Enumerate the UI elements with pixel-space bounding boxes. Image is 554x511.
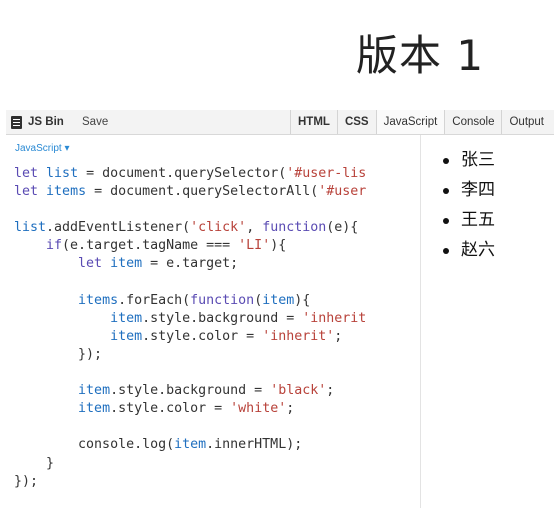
code-line: });: [78, 346, 103, 362]
output-panel: 张三 李四 王五 赵六: [421, 135, 554, 508]
output-list: 张三 李四 王五 赵六: [443, 145, 495, 265]
code-line: let item = e.target;: [78, 256, 239, 272]
code-line: item.style.color = 'white';: [78, 401, 295, 417]
brand-label: JS Bin: [28, 116, 64, 128]
code-line: }: [46, 455, 55, 471]
code-line: item.style.color = 'inherit';: [110, 328, 343, 344]
code-line: });: [14, 473, 39, 489]
tab-html[interactable]: HTML: [290, 110, 337, 134]
tab-output[interactable]: Output: [501, 110, 551, 134]
list-item[interactable]: 赵六: [443, 235, 495, 265]
code-line: console.log(item.innerHTML);: [14, 437, 303, 453]
jsbin-window: JS Bin Save HTML CSS JavaScript Console …: [6, 110, 554, 508]
toolbar: JS Bin Save HTML CSS JavaScript Console …: [6, 110, 554, 135]
code-line: items.forEach(function(item){: [78, 292, 311, 308]
tab-console[interactable]: Console: [444, 110, 501, 134]
list-item[interactable]: 王五: [443, 205, 495, 235]
tab-javascript[interactable]: JavaScript: [375, 110, 445, 134]
language-dropdown[interactable]: JavaScript ▾: [15, 143, 69, 154]
code-line: if(e.target.tagName === 'LI'){: [46, 238, 287, 254]
code-line: let list = document.querySelector('#user…: [14, 166, 367, 181]
brand[interactable]: JS Bin: [11, 110, 64, 134]
tab-css[interactable]: CSS: [336, 110, 376, 134]
jsbin-logo-icon: [11, 115, 22, 129]
code-line: list.addEventListener('click', function(…: [14, 220, 359, 236]
list-item[interactable]: 李四: [443, 175, 495, 205]
save-button[interactable]: Save: [82, 110, 108, 134]
code-line: item.style.background = 'inherit: [110, 310, 367, 326]
code-line: let items = document.querySelectorAll('#…: [14, 184, 367, 200]
code-block[interactable]: let list = document.querySelector('#user…: [14, 165, 366, 491]
panel-tabs: HTML CSS JavaScript Console Output: [290, 110, 551, 134]
code-line: item.style.background = 'black';: [78, 383, 335, 399]
list-item[interactable]: 张三: [443, 145, 495, 175]
javascript-editor[interactable]: JavaScript ▾ let list = document.querySe…: [6, 135, 421, 508]
slide-title: 版本 1: [356, 31, 485, 80]
